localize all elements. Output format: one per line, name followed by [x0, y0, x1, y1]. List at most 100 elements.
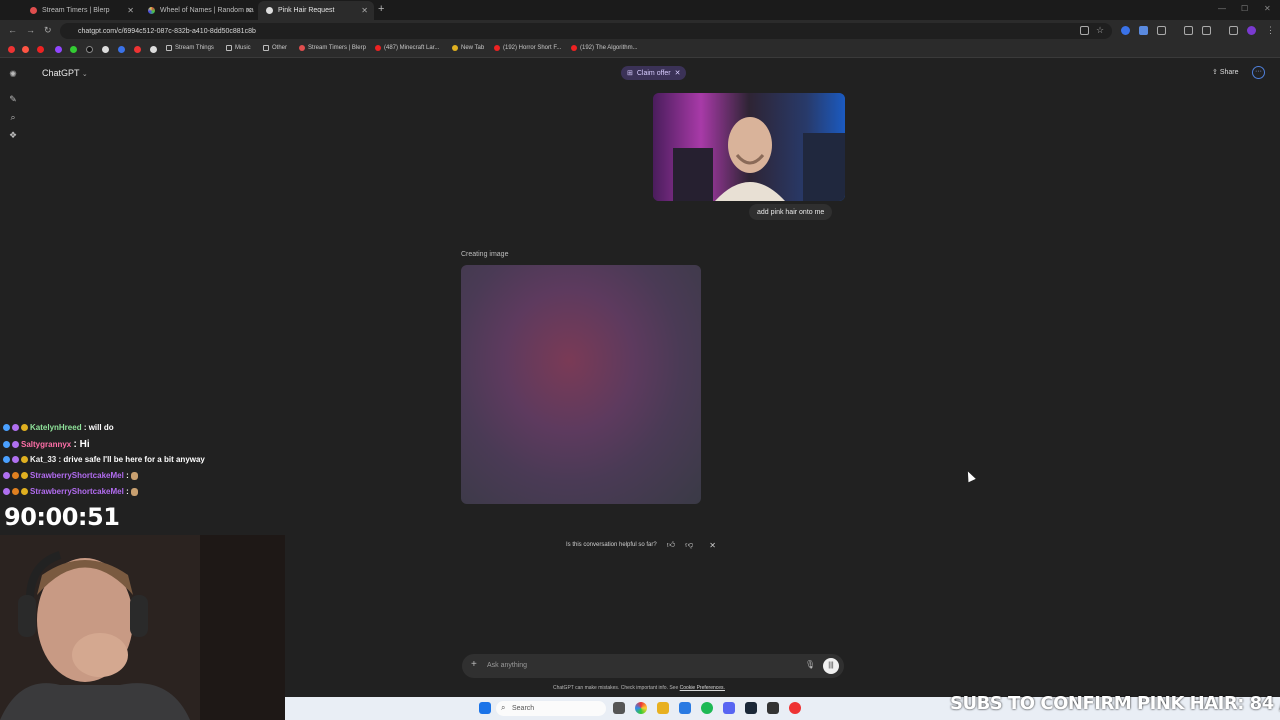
close-tab-icon[interactable]: ✕: [361, 6, 368, 15]
twitch-icon[interactable]: [55, 46, 62, 53]
close-tab-icon[interactable]: ✕: [245, 6, 252, 15]
bookmark-stream-timers[interactable]: Stream Timers | Blerp: [299, 45, 366, 51]
bookmark-icon[interactable]: [8, 46, 15, 53]
kick-icon[interactable]: [70, 46, 77, 53]
cookie-preferences-link[interactable]: Cookie Preferences.: [680, 685, 725, 691]
discord-icon[interactable]: [723, 702, 735, 714]
badge-icon: [12, 441, 19, 448]
claim-offer-button[interactable]: ⊞ Claim offer ✕: [621, 66, 687, 80]
openai-logo-icon[interactable]: ✺: [8, 69, 18, 79]
youtube-icon[interactable]: [37, 46, 44, 53]
bookmark-star-icon[interactable]: ☆: [1096, 25, 1104, 36]
extension-icon[interactable]: [1121, 26, 1130, 35]
bookmark-new-tab[interactable]: New Tab: [452, 45, 484, 51]
prompt-input[interactable]: Ask anything: [487, 662, 527, 669]
app-icon[interactable]: [789, 702, 801, 714]
folder-icon: [263, 45, 269, 51]
tab-pink-hair-request[interactable]: Pink Hair Request ✕: [258, 1, 374, 20]
badge-icon: [21, 456, 28, 463]
spotify-icon[interactable]: [701, 702, 713, 714]
photo-of-user: [653, 93, 845, 201]
bookmark-minecraft[interactable]: (487) Minecraft Lar...: [375, 45, 439, 51]
badge-icon: [12, 488, 19, 495]
badge-icon: [3, 456, 10, 463]
app-icon[interactable]: [679, 702, 691, 714]
new-tab-icon[interactable]: +: [378, 3, 384, 15]
back-icon[interactable]: ←: [8, 25, 17, 35]
voice-mode-icon[interactable]: |||: [823, 658, 839, 674]
subs-goal-banner: SUBS TO CONFIRM PINK HAIR: 84 / 500: [950, 693, 1280, 714]
task-view-icon[interactable]: [613, 702, 625, 714]
reload-icon[interactable]: ↻: [44, 25, 52, 36]
chevron-down-icon: ⌄: [81, 71, 88, 78]
folder-icon: [166, 45, 172, 51]
badge-icon: [3, 488, 10, 495]
bookmark-icon[interactable]: [102, 46, 109, 53]
chat-message: KatelynHreed : will do: [3, 423, 114, 432]
delete-icon[interactable]: [1202, 26, 1211, 35]
emote-icon: [130, 487, 138, 496]
bookmark-horror-short[interactable]: (192) Horror Short F...: [494, 45, 561, 51]
badge-icon: [3, 472, 10, 479]
prompt-composer[interactable]: + Ask anything 🎙︎ |||: [462, 654, 844, 678]
chat-username: StrawberryShortcakeMel: [30, 487, 124, 496]
youtube-icon: [375, 45, 381, 51]
chatgpt-favicon-icon: [266, 7, 273, 14]
downloads-icon[interactable]: [1184, 26, 1193, 35]
chrome-icon[interactable]: [635, 702, 647, 714]
taskbar-search[interactable]: ⌕ Search: [496, 701, 606, 716]
bookmark-other[interactable]: Other: [263, 45, 287, 51]
chat-message: StrawberryShortcakeMel :: [3, 487, 138, 496]
terminal-icon[interactable]: [767, 702, 779, 714]
maximize-icon[interactable]: ☐: [1241, 4, 1248, 13]
bookmark-icon[interactable]: [22, 46, 29, 53]
address-bar[interactable]: chatgpt.com/c/6994c512-087c-832b-a410-8d…: [60, 23, 1112, 39]
thumbs-down-icon[interactable]: 👎︎: [685, 540, 693, 550]
profile-avatar-icon[interactable]: [1247, 26, 1256, 35]
chat-text: : will do: [83, 423, 114, 432]
close-tab-icon[interactable]: ✕: [127, 6, 134, 15]
github-icon[interactable]: [150, 46, 157, 53]
bookmark-stream-things[interactable]: Stream Things: [166, 45, 214, 51]
model-selector[interactable]: ChatGPT ⌄: [42, 68, 88, 78]
tab-stream-timers[interactable]: Stream Timers | Blerp ✕: [22, 1, 140, 20]
share-icon: ⇪: [1212, 69, 1218, 76]
file-explorer-icon[interactable]: [657, 702, 669, 714]
tab-search-icon[interactable]: [1229, 26, 1238, 35]
blerp-icon: [30, 7, 37, 14]
bookmark-music[interactable]: Music: [226, 45, 251, 51]
close-icon[interactable]: ✕: [709, 541, 716, 550]
tiktok-icon[interactable]: [86, 46, 93, 53]
steam-icon[interactable]: [745, 702, 757, 714]
close-icon[interactable]: ✕: [675, 69, 681, 77]
extensions-puzzle-icon[interactable]: [1157, 26, 1166, 35]
forward-icon[interactable]: →: [26, 25, 35, 35]
microphone-icon[interactable]: 🎙︎: [805, 660, 815, 669]
badge-icon: [3, 424, 10, 431]
page-info-icon[interactable]: [1080, 26, 1089, 35]
creating-image-label: Creating image: [461, 251, 509, 258]
new-chat-icon[interactable]: ✎: [8, 94, 18, 104]
bookmark-icon[interactable]: [134, 46, 141, 53]
badge-icon: [21, 424, 28, 431]
add-attachment-icon[interactable]: +: [471, 659, 477, 670]
tab-label: Stream Timers | Blerp: [42, 7, 110, 14]
bookmark-the-algorithm[interactable]: (192) The Algorithm...: [571, 45, 638, 51]
close-window-icon[interactable]: ✕: [1264, 4, 1271, 13]
windows-start-icon[interactable]: [479, 702, 491, 714]
chat-username: StrawberryShortcakeMel: [30, 471, 124, 480]
bookmark-icon[interactable]: [118, 46, 125, 53]
bookmarks-bar: Stream Things Music Other Stream Timers …: [0, 42, 1280, 58]
share-button[interactable]: ⇪ Share: [1212, 68, 1239, 76]
user-uploaded-image[interactable]: [653, 93, 845, 201]
search-icon[interactable]: ⌕: [8, 112, 18, 122]
minimize-icon[interactable]: —: [1218, 4, 1226, 13]
badge-icon: [3, 441, 10, 448]
extension-icon[interactable]: [1139, 26, 1148, 35]
library-icon[interactable]: ❖: [8, 130, 18, 140]
tab-wheel-of-names[interactable]: Wheel of Names | Random na ✕: [140, 1, 258, 20]
browser-menu-icon[interactable]: ⋮: [1266, 25, 1275, 36]
webcam-feed: [0, 535, 285, 720]
more-options-icon[interactable]: ···: [1252, 66, 1265, 79]
thumbs-up-icon[interactable]: 👍︎: [667, 540, 675, 550]
